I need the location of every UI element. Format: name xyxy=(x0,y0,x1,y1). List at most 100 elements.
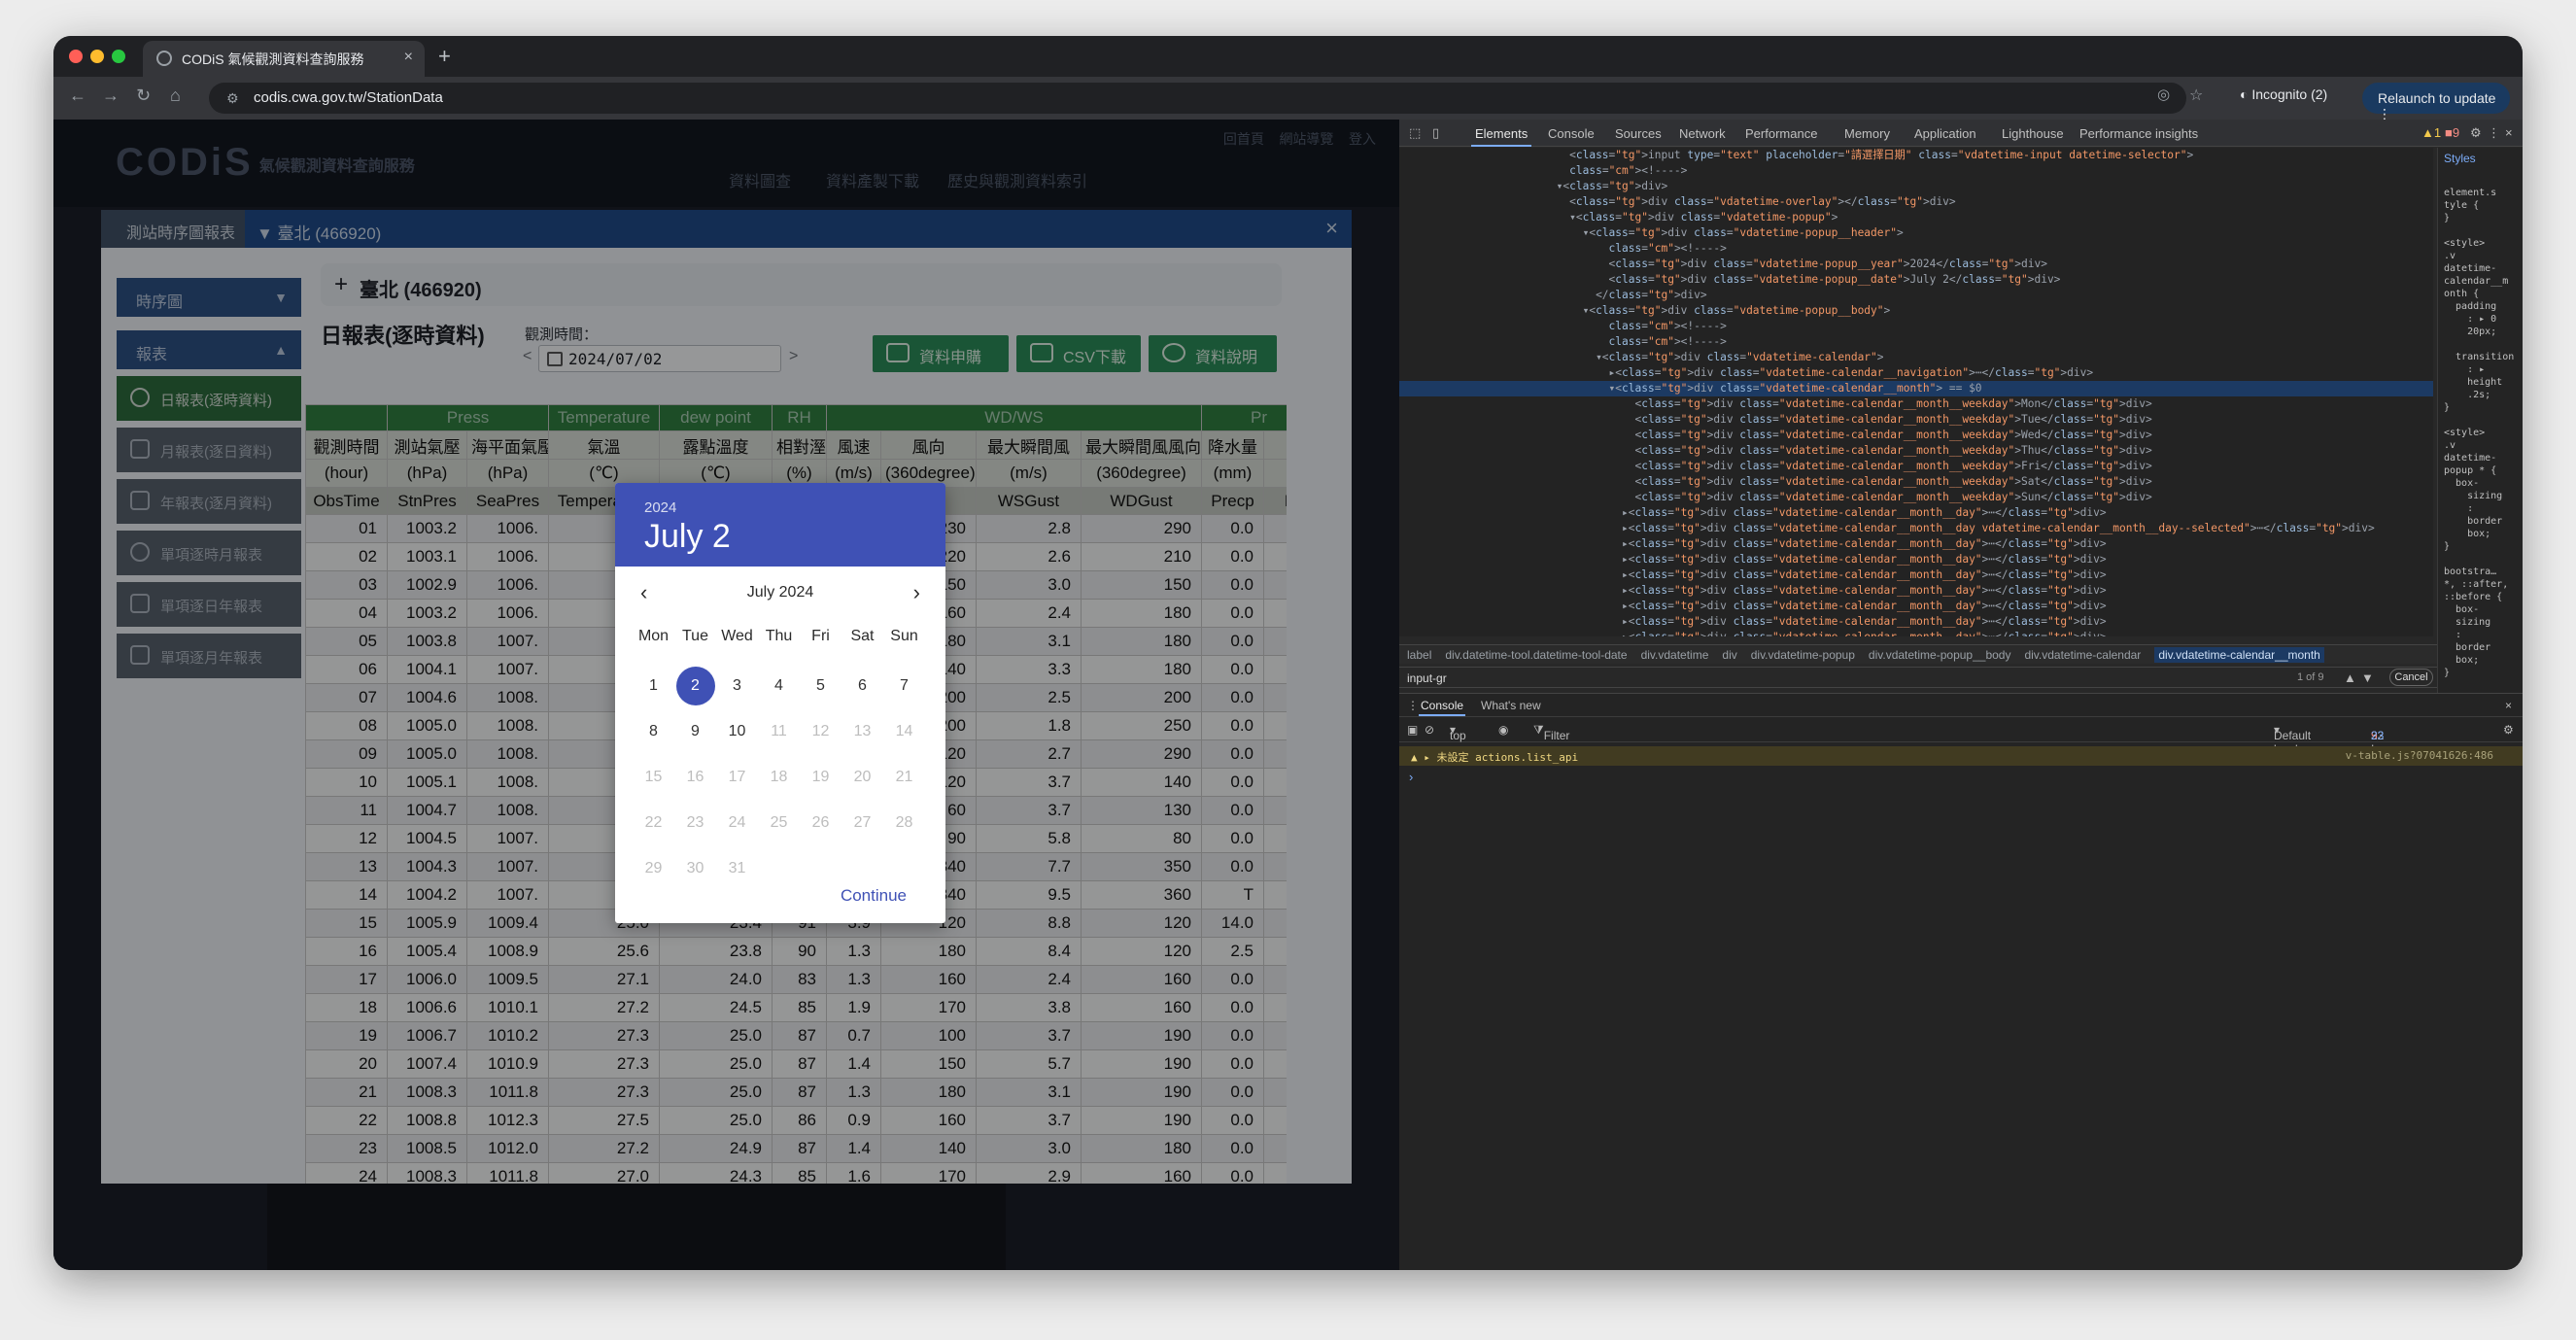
search-cancel-button[interactable]: Cancel xyxy=(2389,669,2433,686)
devtools-tab-console[interactable]: Console xyxy=(1548,126,1595,141)
dom-node-line[interactable]: <class="tg">div class="vdatetime-calenda… xyxy=(1399,490,2433,505)
calendar-day[interactable]: 1 xyxy=(633,663,674,708)
styles-tab[interactable]: Styles xyxy=(2444,152,2476,165)
dom-node-line[interactable]: ▸<class="tg">div class="vdatetime-calend… xyxy=(1399,599,2433,614)
calendar-day[interactable]: 6 xyxy=(841,663,883,708)
calendar-day[interactable]: 9 xyxy=(674,708,716,754)
devtools-tab-performance[interactable]: Performance xyxy=(1745,126,1817,141)
continue-button[interactable]: Continue xyxy=(841,886,907,906)
drawer-menu-icon[interactable]: ⋮ xyxy=(1407,699,1419,712)
more-options-icon[interactable]: ⋮ xyxy=(2488,125,2500,141)
dom-node-line[interactable]: <class="tg">div class="vdatetime-popup__… xyxy=(1399,257,2433,272)
breadcrumb-item[interactable]: div.datetime-tool.datetime-tool-date xyxy=(1445,648,1627,662)
dom-node-line[interactable]: ▸<class="tg">div class="vdatetime-calend… xyxy=(1399,521,2433,536)
dom-search-input[interactable]: input-gr xyxy=(1407,671,1447,685)
warning-source-link[interactable]: v-table.js?07041626:486 xyxy=(2346,749,2493,762)
dom-node-line[interactable]: <class="tg">div class="vdatetime-calenda… xyxy=(1399,474,2433,490)
dom-node-line[interactable]: ▸<class="tg">div class="vdatetime-calend… xyxy=(1399,630,2433,636)
dom-node-line[interactable]: <class="tg">div class="vdatetime-popup__… xyxy=(1399,272,2433,288)
dom-node-line[interactable]: ▾<class="tg">div> xyxy=(1399,179,2433,194)
context-selector[interactable]: top ▾ xyxy=(1450,723,1466,742)
dom-node-line[interactable]: class="cm"><!----> xyxy=(1399,241,2433,257)
dom-node-line[interactable]: </class="tg">div> xyxy=(1399,288,2433,303)
calendar-day[interactable]: 10 xyxy=(716,708,758,754)
incognito-indicator[interactable]: ◐ Incognito (2) xyxy=(2240,86,2327,102)
error-count[interactable]: ■9 xyxy=(2445,125,2459,140)
device-toolbar-icon[interactable]: ▯ xyxy=(1432,125,1439,141)
eye-off-icon[interactable]: ◎ xyxy=(2157,86,2170,103)
maximize-window-button[interactable] xyxy=(112,50,125,63)
minimize-window-button[interactable] xyxy=(90,50,104,63)
log-levels-dropdown[interactable]: Default levels ▾ xyxy=(2274,723,2311,756)
devtools-tab-performance-insights[interactable]: Performance insights xyxy=(2079,126,2198,141)
close-drawer-icon[interactable]: × xyxy=(2505,699,2512,712)
back-icon[interactable]: ← xyxy=(69,86,86,106)
eye-icon[interactable]: ◉ xyxy=(1498,723,1508,737)
breadcrumb-item[interactable]: div.vdatetime-calendar__month xyxy=(2154,647,2324,663)
dom-node-line[interactable]: ▸<class="tg">div class="vdatetime-calend… xyxy=(1399,505,2433,521)
clear-console-icon[interactable]: ⊘ xyxy=(1425,723,1434,737)
dom-node-line[interactable]: <class="tg">div class="vdatetime-calenda… xyxy=(1399,428,2433,443)
dom-node-line[interactable]: ▸<class="tg">div class="vdatetime-calend… xyxy=(1399,614,2433,630)
forward-icon[interactable]: → xyxy=(102,86,120,106)
dom-node-line[interactable]: <class="tg">div class="vdatetime-calenda… xyxy=(1399,396,2433,412)
home-icon[interactable]: ⌂ xyxy=(170,86,181,106)
calendar-day[interactable]: 8 xyxy=(633,708,674,754)
calendar-day[interactable]: 3 xyxy=(716,663,758,708)
breadcrumb-item[interactable]: div.vdatetime-popup__body xyxy=(1869,648,2011,662)
dom-node-line[interactable]: <class="tg">div class="vdatetime-calenda… xyxy=(1399,443,2433,459)
calendar-day[interactable]: 4 xyxy=(758,663,800,708)
close-tab-icon[interactable]: × xyxy=(404,49,413,66)
calendar-day[interactable]: 7 xyxy=(883,663,925,708)
breadcrumb-item[interactable]: div.vdatetime xyxy=(1641,648,1709,662)
drawer-tab-console[interactable]: Console xyxy=(1418,699,1466,716)
dom-node-line[interactable]: <class="tg">div class="vdatetime-calenda… xyxy=(1399,459,2433,474)
picker-year[interactable]: 2024 xyxy=(644,499,945,516)
close-window-button[interactable] xyxy=(69,50,83,63)
dom-node-line[interactable]: ▸<class="tg">div class="vdatetime-calend… xyxy=(1399,583,2433,599)
close-devtools-icon[interactable]: × xyxy=(2505,125,2513,140)
breadcrumb-item[interactable]: div xyxy=(1722,648,1736,662)
dom-node-line[interactable]: class="cm"><!----> xyxy=(1399,163,2433,179)
console-warning-row[interactable]: ▲ ▸ 未設定 actions.list_api v-table.js?0704… xyxy=(1399,746,2523,766)
settings-gear-icon[interactable]: ⚙ xyxy=(2470,125,2482,141)
dom-node-line[interactable]: ▸<class="tg">div class="vdatetime-calend… xyxy=(1399,536,2433,552)
dom-node-line[interactable]: ▾<class="tg">div class="vdatetime-popup"… xyxy=(1399,210,2433,225)
drawer-tab-whats-new[interactable]: What's new xyxy=(1481,699,1541,712)
relaunch-button[interactable]: Relaunch to update ⋮ xyxy=(2362,83,2510,121)
bookmark-star-icon[interactable]: ☆ xyxy=(2189,86,2203,105)
dom-node-line[interactable]: <class="tg">div class="vdatetime-calenda… xyxy=(1399,412,2433,428)
warning-count[interactable]: ▲1 xyxy=(2421,125,2441,140)
site-info-icon[interactable]: ⚙ xyxy=(226,90,239,107)
dom-node-line[interactable]: ▸<class="tg">div class="vdatetime-calend… xyxy=(1399,552,2433,567)
dom-tree[interactable]: <class="tg">input type="text" placeholde… xyxy=(1399,148,2433,636)
breadcrumb-item[interactable]: label xyxy=(1407,648,1431,662)
dom-node-line[interactable]: class="cm"><!----> xyxy=(1399,319,2433,334)
console-settings-icon[interactable]: ⚙ xyxy=(2503,723,2514,737)
devtools-tab-sources[interactable]: Sources xyxy=(1615,126,1662,141)
dom-node-line[interactable]: ▾<class="tg">div class="vdatetime-popup_… xyxy=(1399,225,2433,241)
browser-tab[interactable]: CODiS 氣候觀測資料查詢服務 × xyxy=(143,41,425,77)
calendar-day[interactable]: 5 xyxy=(800,663,841,708)
search-next-icon[interactable]: ▼ xyxy=(2361,670,2374,685)
devtools-tab-application[interactable]: Application xyxy=(1914,126,1976,141)
search-prev-icon[interactable]: ▲ xyxy=(2344,670,2356,685)
reload-icon[interactable]: ↻ xyxy=(136,86,151,106)
dom-node-line[interactable]: <class="tg">div class="vdatetime-overlay… xyxy=(1399,194,2433,210)
dom-node-line[interactable]: class="cm"><!----> xyxy=(1399,334,2433,350)
dom-node-line[interactable]: ▸<class="tg">div class="vdatetime-calend… xyxy=(1399,567,2433,583)
next-month-icon[interactable]: › xyxy=(913,580,920,605)
inspect-element-icon[interactable]: ⬚ xyxy=(1409,125,1421,141)
console-filter-input[interactable]: ⧩ Filter xyxy=(1533,723,2097,742)
dom-node-line[interactable]: ▾<class="tg">div class="vdatetime-popup_… xyxy=(1399,303,2433,319)
devtools-tab-elements[interactable]: Elements xyxy=(1470,126,1532,147)
devtools-tab-memory[interactable]: Memory xyxy=(1844,126,1890,141)
dom-node-line[interactable]: ▾<class="tg">div class="vdatetime-calend… xyxy=(1399,350,2433,365)
breadcrumb-item[interactable]: div.vdatetime-calendar xyxy=(2024,648,2141,662)
calendar-day-selected[interactable]: 2 xyxy=(674,663,716,708)
console-prompt[interactable]: › xyxy=(1409,770,1413,784)
devtools-tab-network[interactable]: Network xyxy=(1679,126,1726,141)
devtools-tab-lighthouse[interactable]: Lighthouse xyxy=(2002,126,2064,141)
address-bar[interactable]: ⚙ codis.cwa.gov.tw/StationData xyxy=(209,83,2186,114)
dom-node-line[interactable]: ▾<class="tg">div class="vdatetime-calend… xyxy=(1399,381,2433,396)
